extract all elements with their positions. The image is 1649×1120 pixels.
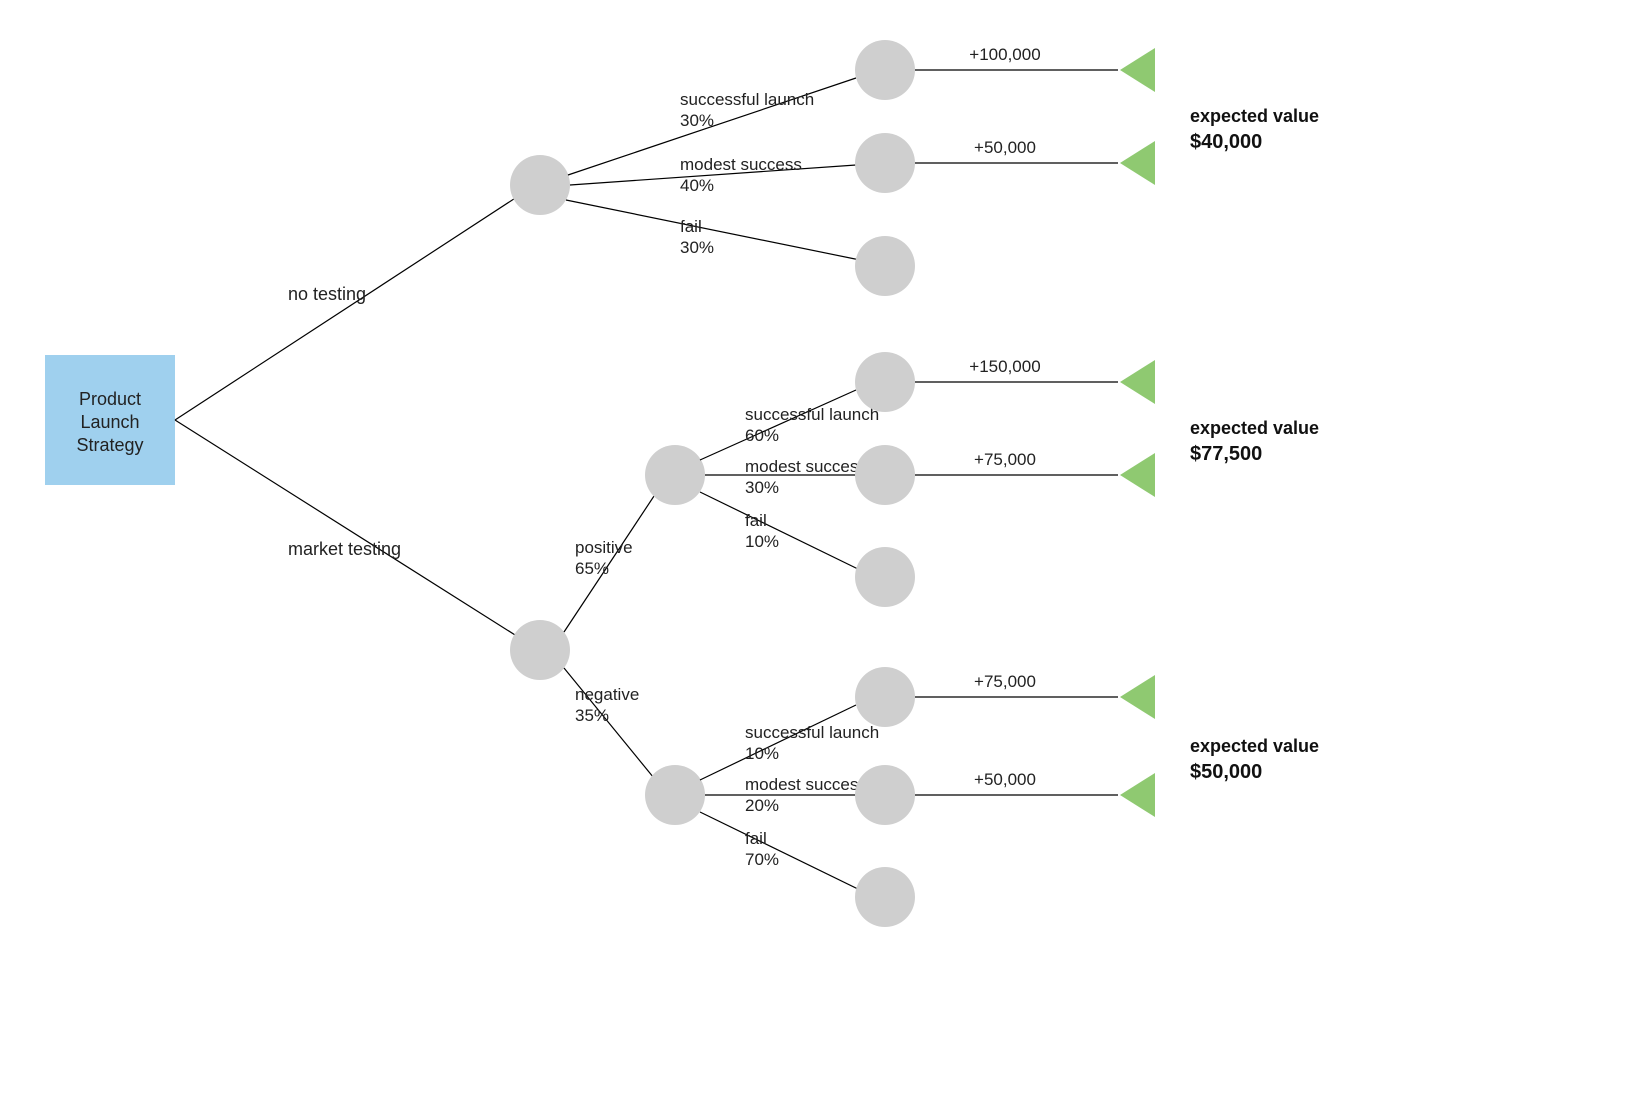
edge-root-to-notesting (175, 193, 523, 420)
outcome-node-pos-fail (855, 547, 915, 607)
ev-title-nt: expected value (1190, 106, 1319, 126)
outcome-node-neg-success (855, 667, 915, 727)
ev-title-neg: expected value (1190, 736, 1319, 756)
terminal-pos-success (1120, 360, 1155, 404)
value-pos-success: +150,000 (969, 357, 1040, 376)
prob-nt-success: 30% (680, 111, 714, 130)
terminal-nt-modest (1120, 141, 1155, 185)
outcome-node-nt-modest (855, 133, 915, 193)
prob-nt-modest: 40% (680, 176, 714, 195)
prob-pos-modest: 30% (745, 478, 779, 497)
edge-root-to-markettesting (175, 420, 523, 640)
terminal-nt-success (1120, 48, 1155, 92)
ev-amount-neg: $50,000 (1190, 761, 1262, 783)
outcome-node-neg-modest (855, 765, 915, 825)
label-neg-success: successful launch (745, 723, 879, 742)
prob-neg-fail: 70% (745, 850, 779, 869)
chance-node-positive (645, 445, 705, 505)
chance-node-notesting (510, 155, 570, 215)
value-neg-success: +75,000 (974, 672, 1036, 691)
prob-neg-modest: 20% (745, 796, 779, 815)
terminal-pos-modest (1120, 453, 1155, 497)
value-neg-modest: +50,000 (974, 770, 1036, 789)
prob-pos-success: 60% (745, 426, 779, 445)
outcome-node-nt-fail (855, 236, 915, 296)
label-nt-success: successful launch (680, 90, 814, 109)
chance-node-negative (645, 765, 705, 825)
prob-nt-fail: 30% (680, 238, 714, 257)
label-pos-success: successful launch (745, 405, 879, 424)
ev-amount-nt: $40,000 (1190, 131, 1262, 153)
prob-negative: 35% (575, 706, 609, 725)
outcome-node-neg-fail (855, 867, 915, 927)
label-positive: positive (575, 538, 633, 557)
value-nt-modest: +50,000 (974, 138, 1036, 157)
label-market-testing: market testing (288, 539, 401, 559)
ev-amount-pos: $77,500 (1190, 443, 1262, 465)
prob-positive: 65% (575, 559, 609, 578)
value-nt-success: +100,000 (969, 45, 1040, 64)
edge-neg-success (700, 705, 856, 780)
label-negative: negative (575, 685, 639, 704)
label-no-testing: no testing (288, 284, 366, 304)
decision-tree-diagram: Product Launch Strategy no testing succe… (0, 0, 1649, 1120)
root-label-line3: Strategy (76, 435, 143, 455)
label-nt-modest: modest success (680, 155, 802, 174)
outcome-node-pos-modest (855, 445, 915, 505)
ev-title-pos: expected value (1190, 418, 1319, 438)
edge-pos-fail (700, 492, 860, 570)
label-nt-fail: fail (680, 217, 702, 236)
label-neg-fail: fail (745, 829, 767, 848)
label-pos-modest: modest success (745, 457, 867, 476)
terminal-neg-success (1120, 675, 1155, 719)
outcome-node-nt-success (855, 40, 915, 100)
prob-pos-fail: 10% (745, 532, 779, 551)
root-label-line2: Launch (80, 412, 139, 432)
value-pos-modest: +75,000 (974, 450, 1036, 469)
edge-neg-fail (700, 812, 860, 890)
edge-pos-success (700, 390, 856, 460)
label-pos-fail: fail (745, 511, 767, 530)
chance-node-markettesting (510, 620, 570, 680)
root-label-line1: Product (79, 389, 141, 409)
outcome-node-pos-success (855, 352, 915, 412)
terminal-neg-modest (1120, 773, 1155, 817)
prob-neg-success: 10% (745, 744, 779, 763)
label-neg-modest: modest success (745, 775, 867, 794)
